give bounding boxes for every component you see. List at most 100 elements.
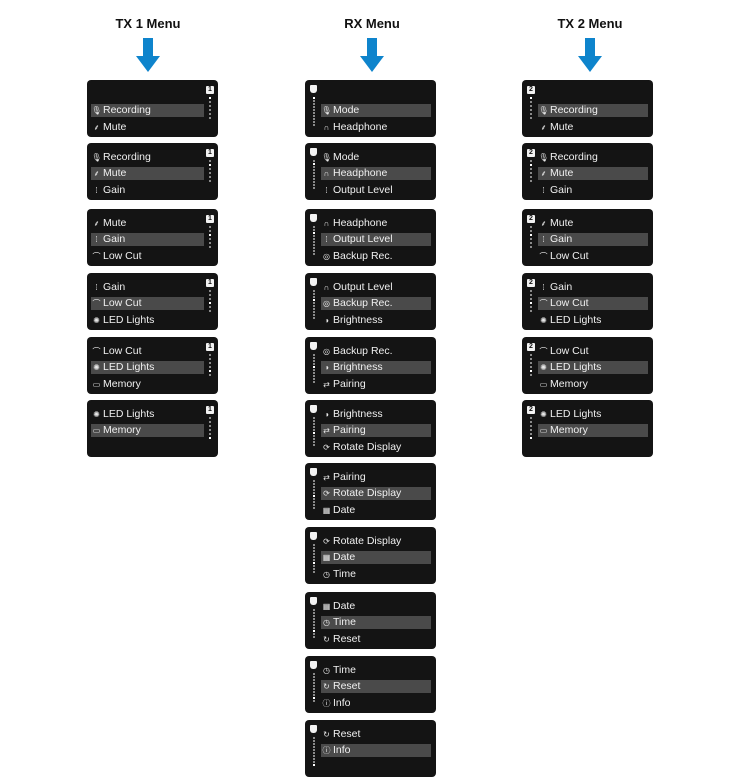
menu-item[interactable]: ⟳ Rotate Display [321, 441, 431, 454]
menu-item[interactable]: 🎙 Recording [538, 151, 648, 164]
menu-item[interactable]: ⁞ Gain [538, 184, 648, 197]
menu-item-icon: ▭ [92, 426, 101, 435]
scroll-dot [313, 106, 315, 108]
menu-item[interactable]: ⟳ Rotate Display [321, 487, 431, 500]
scroll-dot [313, 550, 315, 552]
menu-item[interactable]: ↻ Reset [321, 680, 431, 693]
menu-item[interactable]: ⸙ Mute [538, 167, 648, 180]
menu-item[interactable]: 🎙 Recording [91, 104, 204, 117]
menu-item[interactable]: 🎙 Mode [321, 151, 431, 164]
scroll-dot [313, 118, 315, 120]
menu-item[interactable]: 🎙 Recording [538, 104, 648, 117]
menu-item[interactable]: ∩ Headphone [321, 167, 431, 180]
menu-item-label: Memory [550, 424, 588, 436]
menu-item-label: Date [333, 600, 356, 612]
menu-item[interactable]: ⸙ Mute [91, 167, 204, 180]
menu-item[interactable]: ⸙ Mute [538, 217, 648, 230]
scroll-dot [530, 113, 532, 115]
scroll-position-indicator [313, 226, 315, 256]
scroll-dot [313, 752, 315, 754]
menu-item[interactable]: ▭ Memory [538, 378, 648, 391]
menu-item[interactable]: ↻ Reset [321, 728, 431, 741]
scroll-dot [313, 636, 315, 638]
menu-item[interactable]: ∩ Headphone [321, 121, 431, 134]
menu-item-label: Headphone [333, 217, 388, 229]
menu-item[interactable]: ⁞ Gain [91, 184, 204, 197]
menu-item-label: Recording [103, 104, 151, 116]
scroll-dot [313, 495, 315, 497]
scroll-dot [313, 615, 315, 617]
menu-item-icon: ◎ [323, 347, 330, 356]
menu-item-icon: ▭ [92, 380, 101, 389]
receiver-shield-icon [310, 468, 317, 476]
menu-item[interactable]: ⌒ Low Cut [91, 250, 204, 263]
menu-item[interactable]: 🎙 Recording [91, 151, 204, 164]
menu-item[interactable]: ◎ Backup Rec. [321, 345, 431, 358]
scroll-dot [313, 308, 315, 310]
menu-item[interactable]: ⇄ Pairing [321, 424, 431, 437]
menu-item-icon: 🎙 [321, 106, 332, 115]
scroll-dot [313, 630, 315, 632]
menu-item[interactable]: ⁞ Output Level [321, 233, 431, 246]
menu-item[interactable]: ∩ Headphone [321, 217, 431, 230]
menu-item[interactable]: ◷ Time [321, 664, 431, 677]
menu-item[interactable]: ▭ Memory [538, 424, 648, 437]
menu-item-icon: ⌒ [539, 299, 548, 308]
menu-item[interactable]: ⁞ Gain [538, 233, 648, 246]
menu-item[interactable]: ✺ LED Lights [538, 314, 648, 327]
menu-item[interactable]: 🎙 Mode [321, 104, 431, 117]
menu-item[interactable]: ▭ Memory [91, 424, 204, 437]
menu-item[interactable]: ⓘ Info [321, 697, 431, 710]
menu-item[interactable]: ◑ Brightness [321, 314, 431, 327]
menu-item[interactable]: ⇄ Pairing [321, 378, 431, 391]
menu-item[interactable]: ▦ Date [321, 504, 431, 517]
menu-item[interactable]: ↻ Reset [321, 633, 431, 646]
menu-item[interactable]: ⌒ Low Cut [91, 345, 204, 358]
menu-item[interactable]: ∩ Output Level [321, 281, 431, 294]
menu-item-icon: ⸙ [93, 219, 100, 228]
menu-screen: ◎ Backup Rec. ◑ Brightness ⇄ Pairing [305, 337, 436, 394]
menu-item[interactable]: ✺ LED Lights [91, 361, 204, 374]
menu-item[interactable]: ✺ LED Lights [91, 314, 204, 327]
menu-item[interactable]: ◑ Brightness [321, 361, 431, 374]
menu-item-label: Memory [103, 424, 141, 436]
menu-item[interactable]: ◷ Time [321, 616, 431, 629]
menu-item[interactable]: ⟳ Rotate Display [321, 535, 431, 548]
scroll-dot [313, 232, 315, 234]
menu-item[interactable]: ⁞ Gain [91, 233, 204, 246]
menu-item[interactable]: ◷ Time [321, 568, 431, 581]
menu-item[interactable]: ⇄ Pairing [321, 471, 431, 484]
menu-item[interactable]: ◎ Backup Rec. [321, 250, 431, 263]
menu-item[interactable]: ⁞ Gain [538, 281, 648, 294]
menu-item[interactable]: ✺ LED Lights [91, 408, 204, 421]
menu-item[interactable]: ⌒ Low Cut [91, 297, 204, 310]
scroll-dot [313, 378, 315, 380]
menu-item[interactable]: ⁞ Output Level [321, 184, 431, 197]
menu-item[interactable]: ◎ Backup Rec. [321, 297, 431, 310]
down-arrow-icon [360, 38, 384, 72]
scroll-dot [209, 168, 211, 170]
menu-item-icon: ✺ [540, 410, 547, 419]
scroll-dot [313, 492, 315, 494]
menu-item-label: Output Level [333, 184, 393, 196]
menu-item[interactable]: ▭ Memory [91, 378, 204, 391]
menu-item[interactable]: ◑ Brightness [321, 408, 431, 421]
menu-item-label: Low Cut [550, 250, 589, 262]
menu-item-label: Gain [550, 233, 573, 245]
menu-item[interactable]: ⁞ Gain [91, 281, 204, 294]
menu-item[interactable]: ▦ Date [321, 600, 431, 613]
menu-item[interactable]: ▦ Date [321, 551, 431, 564]
receiver-shield-icon [310, 278, 317, 286]
scroll-dot [313, 624, 315, 626]
menu-item[interactable]: ⸙ Mute [91, 217, 204, 230]
menu-item[interactable]: ✺ LED Lights [538, 361, 648, 374]
menu-item[interactable]: ⌒ Low Cut [538, 250, 648, 263]
menu-item[interactable]: ✺ LED Lights [538, 408, 648, 421]
menu-item[interactable]: ⌒ Low Cut [538, 345, 648, 358]
menu-item[interactable]: ⸙ Mute [538, 121, 648, 134]
menu-item-label: Mute [103, 217, 127, 229]
menu-item[interactable]: ⌒ Low Cut [538, 297, 648, 310]
menu-item[interactable]: ⓘ Info [321, 744, 431, 757]
menu-item[interactable]: ⸙ Mute [91, 121, 204, 134]
scroll-dot [313, 480, 315, 482]
